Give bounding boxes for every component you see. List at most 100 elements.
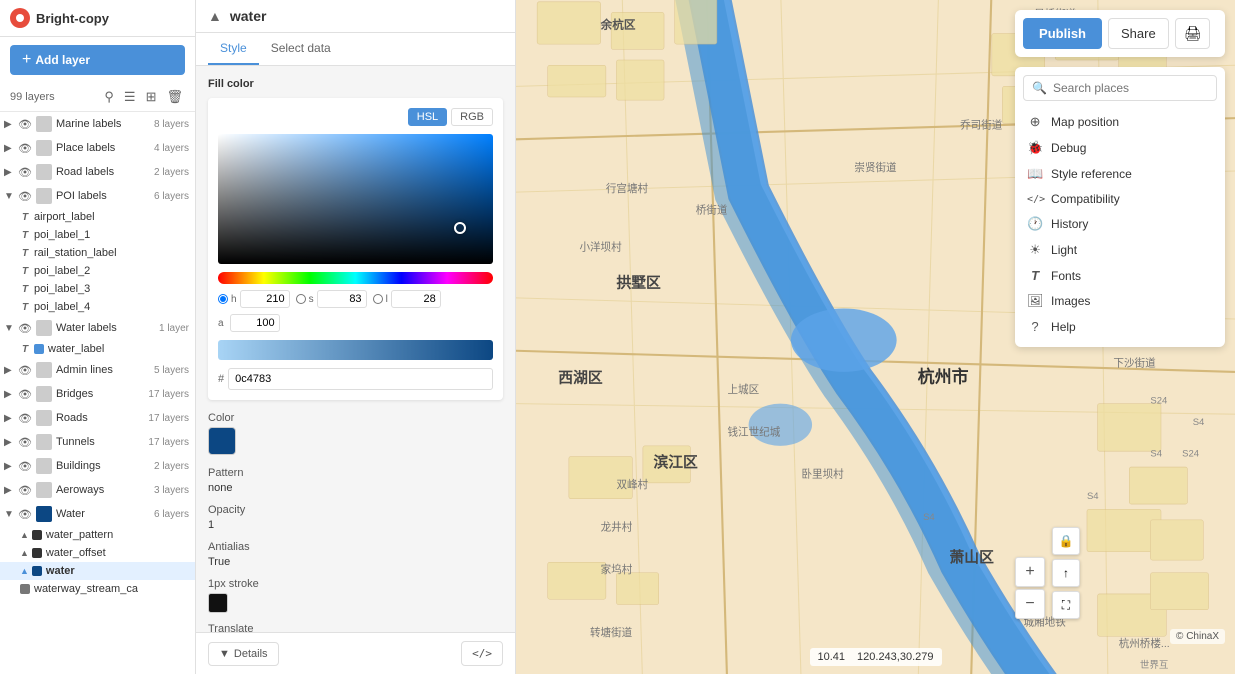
menu-debug[interactable]: 🐞 Debug: [1023, 135, 1217, 161]
stroke-swatch[interactable]: [208, 593, 228, 613]
name-poi3: poi_label_3: [34, 283, 189, 295]
name-poi2: poi_label_2: [34, 265, 189, 277]
vis-water-pattern: ▲: [20, 530, 29, 540]
group-header-water[interactable]: ▼ 👁 Water 6 layers: [0, 502, 195, 526]
search-places-input[interactable]: [1053, 81, 1208, 95]
visibility-admin: 👁: [18, 364, 32, 377]
group-header-aeroways[interactable]: ▶ 👁 Aeroways 3 layers: [0, 478, 195, 502]
layer-rail-station-label[interactable]: T rail_station_label: [0, 244, 195, 262]
debug-label: Debug: [1051, 141, 1213, 155]
h-label: h: [231, 294, 237, 305]
group-icon-water: [36, 506, 52, 522]
layer-water-pattern[interactable]: ▲ water_pattern: [0, 526, 195, 544]
group-icon-poi: [36, 188, 52, 204]
group-header-road-labels[interactable]: ▶ 👁 Road labels 2 layers: [0, 160, 195, 184]
group-name-buildings: Buildings: [56, 460, 146, 472]
layer-view-toggle[interactable]: ☰: [122, 87, 138, 107]
l-radio[interactable]: [373, 294, 383, 304]
hue-slider[interactable]: [218, 272, 493, 284]
layer-control-icons: ⚲ ☰ ⊞ 🗑: [102, 87, 185, 107]
group-header-marine-labels[interactable]: ▶ 👁 Marine labels 8 layers: [0, 112, 195, 136]
color-picker-handle[interactable]: [454, 222, 466, 234]
layer-poi-label-1[interactable]: T poi_label_1: [0, 226, 195, 244]
menu-light[interactable]: ☀ Light: [1023, 237, 1217, 263]
layer-poi-label-2[interactable]: T poi_label_2: [0, 262, 195, 280]
group-header-water-labels[interactable]: ▼ 👁 Water labels 1 layer: [0, 316, 195, 340]
menu-images[interactable]: 🖼 Images: [1023, 288, 1217, 314]
layer-delete[interactable]: 🗑: [164, 87, 185, 107]
group-count-buildings: 2 layers: [154, 461, 189, 472]
rgb-mode-btn[interactable]: RGB: [451, 108, 493, 126]
hex-input[interactable]: [228, 368, 493, 390]
zoom-out-button[interactable]: −: [1015, 589, 1045, 619]
tab-style[interactable]: Style: [208, 33, 259, 65]
fullscreen-button[interactable]: ⛶: [1052, 591, 1080, 619]
menu-style-reference[interactable]: 📖 Style reference: [1023, 161, 1217, 187]
l-input[interactable]: [391, 290, 441, 308]
group-header-bridges[interactable]: ▶ 👁 Bridges 17 layers: [0, 382, 195, 406]
svg-text:西湖区: 西湖区: [558, 369, 603, 386]
name-waterway: waterway_stream_ca: [34, 583, 189, 595]
group-count-place: 4 layers: [154, 143, 189, 154]
s-input-group: s: [296, 290, 367, 308]
type-poi4: T: [20, 302, 30, 313]
menu-compatibility[interactable]: </> Compatibility: [1023, 187, 1217, 211]
expand-arrow-admin: ▶: [4, 365, 14, 376]
middle-panel: ▲ water Style Select data Fill color HSL…: [196, 0, 516, 674]
layer-waterway-stream[interactable]: waterway_stream_ca: [0, 580, 195, 598]
layer-airport-label[interactable]: T airport_label: [0, 208, 195, 226]
h-radio[interactable]: [218, 294, 228, 304]
lock-button[interactable]: 🔒: [1052, 527, 1080, 555]
s-input[interactable]: [317, 290, 367, 308]
type-waterlabel: T: [20, 344, 30, 355]
add-layer-button[interactable]: + Add layer: [10, 45, 185, 75]
expand-arrow-roads: ▶: [4, 413, 14, 424]
h-input[interactable]: [240, 290, 290, 308]
antialias-prop-row: Antialias True: [208, 541, 503, 568]
group-count-marine: 8 layers: [154, 119, 189, 130]
details-button[interactable]: ▼ Details: [208, 642, 279, 666]
layer-water-offset[interactable]: ▲ water_offset: [0, 544, 195, 562]
map-position-icon: ⊕: [1027, 114, 1043, 130]
menu-history[interactable]: 🕐 History: [1023, 211, 1217, 237]
filter-button[interactable]: ⚲: [102, 87, 116, 107]
color-water-offset: [32, 548, 42, 558]
name-poi1: poi_label_1: [34, 229, 189, 241]
group-header-roads[interactable]: ▶ 👁 Roads 17 layers: [0, 406, 195, 430]
color-swatch[interactable]: [208, 427, 236, 455]
zoom-in-button[interactable]: +: [1015, 557, 1045, 587]
compass-button[interactable]: ↑: [1052, 559, 1080, 587]
group-header-place-labels[interactable]: ▶ 👁 Place labels 4 layers: [0, 136, 195, 160]
layer-poi-label-3[interactable]: T poi_label_3: [0, 280, 195, 298]
visibility-bridges: 👁: [18, 388, 32, 401]
share-button[interactable]: Share: [1108, 18, 1169, 49]
group-header-tunnels[interactable]: ▶ 👁 Tunnels 17 layers: [0, 430, 195, 454]
group-icon-place: [36, 140, 52, 156]
layer-water-label[interactable]: T water_label: [0, 340, 195, 358]
compatibility-label: Compatibility: [1051, 192, 1213, 206]
expand-arrow-poi: ▼: [4, 191, 14, 202]
color-gradient[interactable]: [218, 134, 493, 264]
group-header-buildings[interactable]: ▶ 👁 Buildings 2 layers: [0, 454, 195, 478]
group-tunnels: ▶ 👁 Tunnels 17 layers: [0, 430, 195, 454]
layer-poi-label-4[interactable]: T poi_label_4: [0, 298, 195, 316]
menu-fonts[interactable]: T Fonts: [1023, 263, 1217, 288]
visibility-tunnels: 👁: [18, 436, 32, 449]
svg-text:家坞村: 家坞村: [601, 563, 633, 576]
layer-toggle-all[interactable]: ⊞: [144, 87, 159, 107]
map-area[interactable]: 余杭区 星桥街道 S2 崇贤街道 乔司街道 S2 行宫塘村 崇贤街道 桥街道 小…: [516, 0, 1235, 674]
alpha-input[interactable]: [230, 314, 280, 332]
menu-map-position[interactable]: ⊕ Map position: [1023, 109, 1217, 135]
print-button[interactable]: 🖨: [1175, 18, 1211, 49]
menu-help[interactable]: ? Help: [1023, 314, 1217, 339]
map-position-label: Map position: [1051, 115, 1213, 129]
layer-water[interactable]: ▲ water: [0, 562, 195, 580]
hsl-mode-btn[interactable]: HSL: [408, 108, 447, 126]
publish-button[interactable]: Publish: [1023, 18, 1102, 49]
tab-select-data[interactable]: Select data: [259, 33, 343, 65]
s-radio[interactable]: [296, 294, 306, 304]
group-header-poi-labels[interactable]: ▼ 👁 POI labels 6 layers: [0, 184, 195, 208]
code-button[interactable]: </>: [461, 641, 503, 666]
group-header-admin-lines[interactable]: ▶ 👁 Admin lines 5 layers: [0, 358, 195, 382]
opacity-label: Opacity: [208, 504, 503, 516]
